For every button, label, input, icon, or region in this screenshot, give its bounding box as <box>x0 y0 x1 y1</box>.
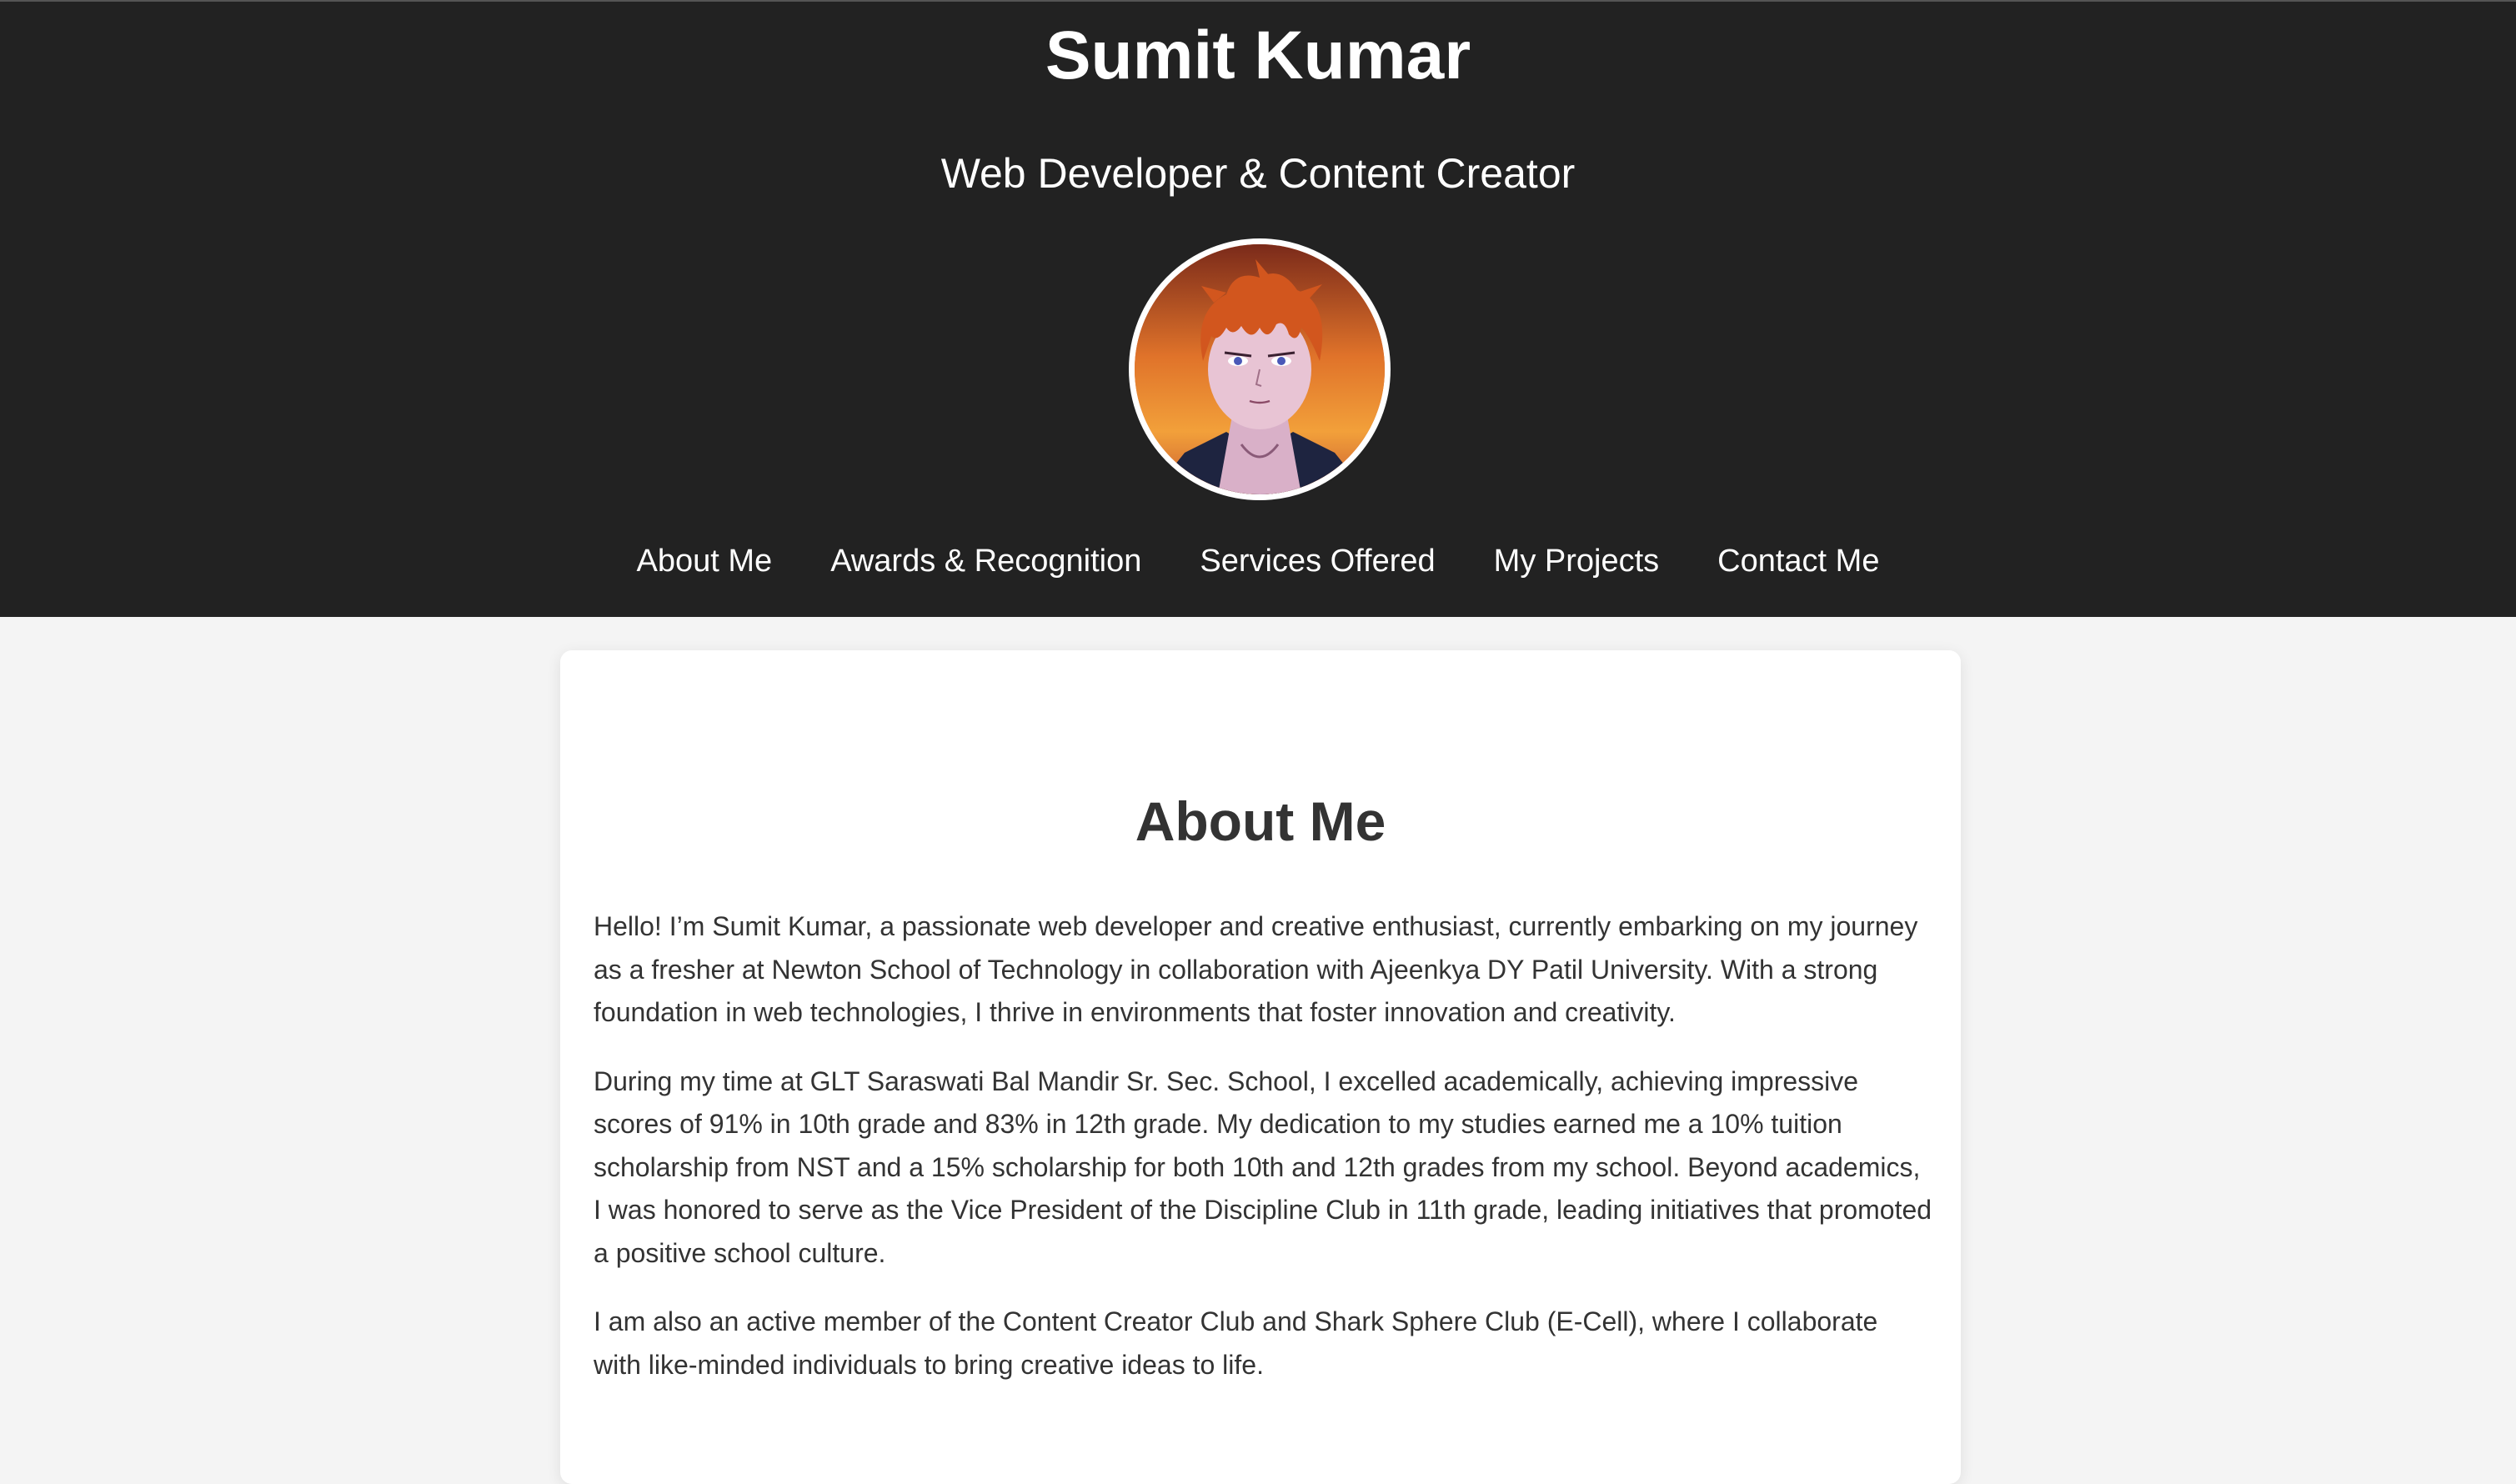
nav-about-me[interactable]: About Me <box>637 534 773 589</box>
main-nav: About Me Awards & Recognition Services O… <box>0 534 2516 589</box>
about-paragraph-education: During my time at GLT Saraswati Bal Mand… <box>594 1065 1932 1268</box>
site-header: Sumit Kumar Web Developer & Content Crea… <box>0 2 2516 617</box>
anime-portrait-avatar-icon <box>1135 244 1385 494</box>
site-title: Sumit Kumar <box>1045 18 1471 93</box>
about-paragraphs: Hello! I’m Sumit Kumar, a passionate web… <box>594 905 1932 1412</box>
nav-services-offered[interactable]: Services Offered <box>1200 534 1435 589</box>
about-paragraph-clubs: I am also an active member of the Conten… <box>594 1306 1878 1380</box>
nav-contact-me[interactable]: Contact Me <box>1717 534 1879 589</box>
about-card: About Me Hello! I’m Sumit Kumar, a passi… <box>560 650 1961 1484</box>
site-subtitle: Web Developer & Content Creator <box>940 150 1576 197</box>
about-paragraph-intro: Hello! I’m Sumit Kumar, a passionate web… <box>594 911 1918 1027</box>
nav-awards-recognition[interactable]: Awards & Recognition <box>830 534 1141 589</box>
section-heading-about-me: About Me <box>1135 790 1386 852</box>
nav-my-projects[interactable]: My Projects <box>1494 534 1659 589</box>
avatar <box>1129 238 1391 500</box>
